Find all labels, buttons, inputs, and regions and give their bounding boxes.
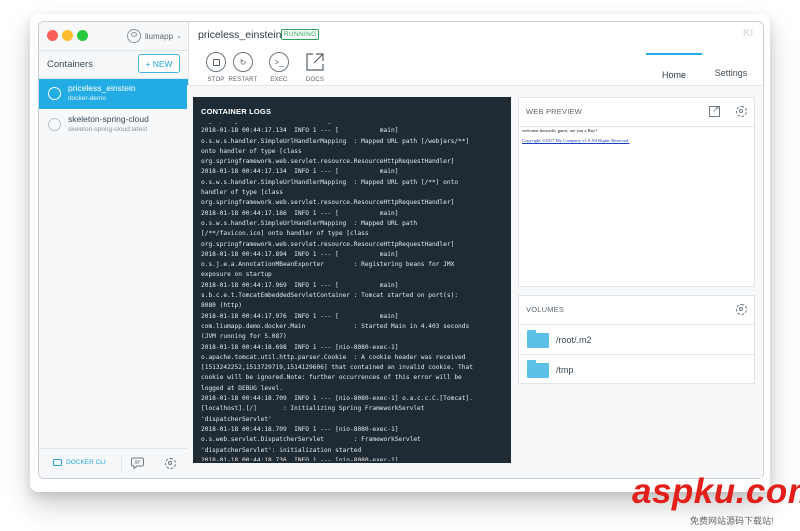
watermark-tagline: 免费网站源码下载站! [690, 516, 774, 526]
docker-cli-button[interactable]: DOCKER CLI [53, 459, 106, 466]
log-line: 2018-01-18 00:44:18.736 INFO 1 --- [nio-… [201, 456, 399, 461]
log-line: 2018-01-18 00:44:17.969 INFO 1 --- [ mai… [201, 281, 399, 289]
restart-label: RESTART [228, 77, 258, 83]
container-image: docker-demo [68, 95, 106, 102]
sidebar: liumapp ⌄ Containers + NEW priceless_ein… [39, 22, 189, 478]
minimize-window-button[interactable] [62, 30, 73, 41]
container-name: skeleton-spring-cloud [68, 114, 149, 124]
volume-path: /root/.m2 [556, 335, 592, 345]
log-line: handler of type [class [201, 189, 283, 197]
log-line: s.b.c.e.t.TomcatEmbeddedServletContainer… [201, 292, 459, 300]
log-line: 2018-01-18 00:44:17.134 INFO 1 --- [ mai… [201, 168, 399, 176]
web-preview-text: welcome honorific guest, are you a Boy? [522, 128, 598, 133]
preferences-gear-icon[interactable] [165, 458, 176, 469]
sidebar-footer: DOCKER CLI [39, 448, 188, 478]
log-line: 2018-01-18 00:44:18.709 INFO 1 --- [nio-… [201, 425, 399, 433]
zoom-window-button[interactable] [77, 30, 88, 41]
volumes-settings-gear-icon[interactable] [736, 304, 747, 315]
log-line: onto handler of type [class [201, 147, 302, 155]
web-preview-title: WEB PREVIEW [526, 107, 582, 116]
log-line: org.springframework.web.servlet.resource… [201, 240, 455, 248]
open-external-icon[interactable] [709, 104, 720, 117]
container-image: skeleton-spring-cloud:latest [68, 126, 148, 133]
container-icon [48, 87, 61, 100]
container-item-skeleton-spring-cloud[interactable]: skeleton-spring-cloud skeleton-spring-cl… [39, 110, 188, 140]
divider [519, 126, 754, 127]
log-line: 8080 (http) [201, 302, 242, 310]
log-line: exposure on startup [201, 271, 272, 279]
chevron-down-icon: ⌄ [176, 33, 182, 40]
terminal-icon [53, 459, 62, 466]
log-line: 2018-01-18 00:44:17.186 INFO 1 --- [ mai… [201, 209, 399, 217]
logs-title: CONTAINER LOGS [201, 107, 272, 116]
log-line: com.liumapp.demo.docker.Main : Started M… [201, 322, 470, 330]
docs-label: DOCS [305, 77, 325, 83]
volumes-panel: VOLUMES /root/.m2 /tmp [518, 295, 755, 384]
log-line: 2018-01-18 00:44:18.709 INFO 1 --- [nio-… [201, 395, 473, 403]
user-circle-icon [127, 29, 141, 43]
web-preview-link[interactable]: Copyright ©2017 My Company v1.0 All Righ… [522, 138, 630, 143]
container-title: priceless_einstein [198, 29, 282, 41]
volume-item[interactable]: /root/.m2 [519, 324, 754, 355]
feedback-icon[interactable] [131, 457, 144, 469]
close-window-button[interactable] [47, 30, 58, 41]
log-line: o.s.web.servlet.DispatcherServlet : Fram… [201, 436, 421, 444]
log-line: o.apache.tomcat.util.http.parser.Cookie … [201, 353, 466, 361]
divider [121, 455, 122, 473]
log-line: [1513242252,1513729719,1514129606] that … [201, 364, 473, 372]
new-container-button[interactable]: + NEW [138, 54, 180, 73]
log-line: 2018-01-18 00:44:17.976 INFO 1 --- [ mai… [201, 312, 399, 320]
log-line: o.s.w.s.handler.SimpleUrlHandlerMapping … [201, 137, 470, 145]
container-icon [48, 118, 61, 131]
watermark-brand: aspku.com [632, 472, 800, 511]
volume-item[interactable]: /tmp [519, 354, 754, 385]
container-item-priceless-einstein[interactable]: priceless_einstein docker-demo [39, 79, 188, 109]
user-menu[interactable]: liumapp ⌄ [127, 28, 182, 44]
log-line: cookie will be ignored.Note: further occ… [201, 374, 462, 382]
log-line: org.springframework.web.servlet.resource… [201, 199, 455, 207]
status-badge: RUNNING [281, 29, 320, 40]
log-line: org.springframework.web.servlet.resource… [201, 158, 455, 166]
folder-icon [527, 330, 549, 348]
web-preview-content[interactable]: welcome honorific guest, are you a Boy? … [522, 128, 630, 143]
logs-output[interactable]: org.springframework.boot.autoconfigure.w… [201, 123, 507, 461]
log-line: logged at DEBUG level. [201, 384, 283, 392]
restart-icon: ↻ [233, 52, 253, 72]
tab-home[interactable]: Home [646, 53, 702, 87]
container-name: priceless_einstein [68, 83, 136, 93]
log-line: 'dispatcherServlet': initialization star… [201, 446, 362, 454]
log-line: 2018-01-18 00:44:18.698 INFO 1 --- [nio-… [201, 343, 399, 351]
log-line: o.s.w.s.handler.SimpleUrlHandlerMapping … [201, 219, 418, 227]
exec-button[interactable]: >_ EXEC [259, 52, 299, 83]
terminal-icon: >_ [269, 52, 289, 72]
volume-path: /tmp [556, 365, 574, 375]
divider [39, 50, 188, 51]
docs-button[interactable]: DOCS [295, 52, 335, 83]
log-line: 2018-01-18 00:44:17.134 INFO 1 --- [ mai… [201, 127, 399, 135]
web-preview-panel: WEB PREVIEW welcome honorific guest, are… [518, 97, 755, 287]
log-line: 2018-01-18 00:44:17.894 INFO 1 --- [ mai… [201, 250, 399, 258]
volumes-title: VOLUMES [526, 305, 565, 314]
external-link-icon [306, 53, 324, 71]
user-name: liumapp [145, 31, 174, 41]
log-line: [/**/favicon.ico] onto handler of type [… [201, 230, 369, 238]
web-preview-settings-gear-icon[interactable] [736, 106, 747, 117]
log-line: (JVM running for 5.087) [201, 333, 287, 341]
log-line: o.s.j.e.a.AnnotationMBeanExporter : Regi… [201, 261, 455, 269]
log-line: o.s.w.s.handler.SimpleUrlHandlerMapping … [201, 178, 459, 186]
docker-cli-label: DOCKER CLI [66, 459, 106, 466]
containers-heading: Containers [47, 59, 93, 70]
restart-button[interactable]: ↻ RESTART [223, 52, 263, 83]
log-line: [localhost].[/] : Initializing Spring Fr… [201, 405, 425, 413]
exec-label: EXEC [270, 77, 288, 83]
folder-icon [527, 360, 549, 378]
log-line: 'dispatcherServlet' [201, 415, 272, 423]
tab-settings[interactable]: Settings [703, 53, 759, 85]
kitematic-logo: KI [743, 28, 753, 39]
container-logs-panel: CONTAINER LOGS org.springframework.boot.… [193, 97, 511, 463]
